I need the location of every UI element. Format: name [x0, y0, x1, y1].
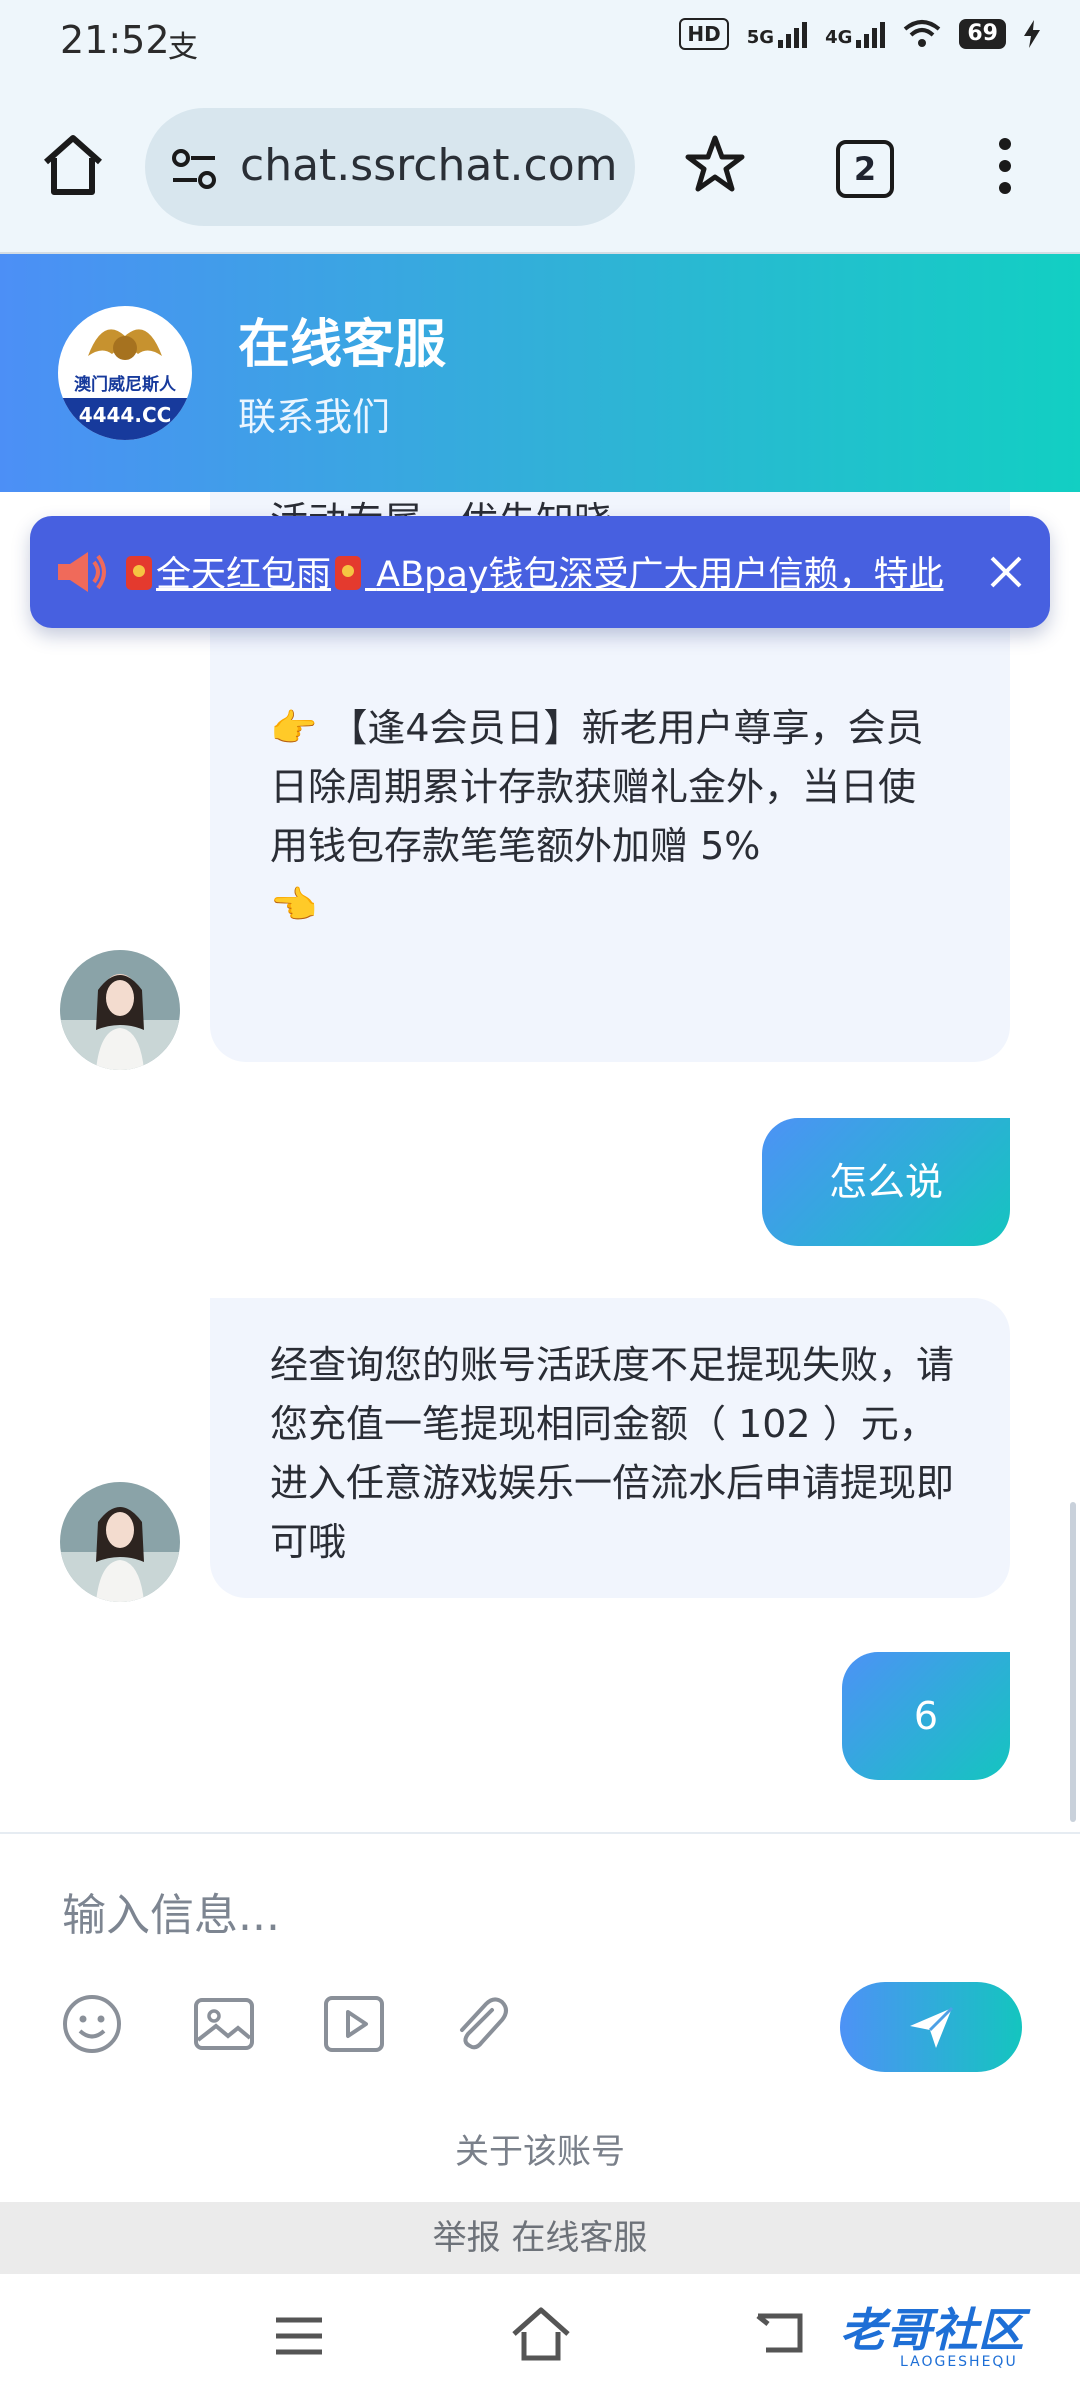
system-nav-bar: 老哥社区 LAOGESHEQU	[0, 2274, 1080, 2400]
image-icon[interactable]	[192, 1992, 256, 2056]
watermark-text: 老哥社区	[840, 2303, 1024, 2357]
hd-icon: HD	[679, 18, 729, 50]
logo-text: 澳门威尼斯人	[74, 375, 176, 395]
agent-message: 经查询您的账号活跃度不足提现失败，请您充值一笔提现相同金额（ 102 ）元，进入…	[210, 1298, 1010, 1598]
battery-icon: 69	[959, 19, 1006, 49]
notice-bar[interactable]: 全天红包雨 ABpay钱包深受广大用户信赖，特此	[30, 516, 1050, 628]
tabs-icon[interactable]: 2	[836, 140, 894, 198]
star-icon[interactable]	[680, 130, 750, 200]
status-extra-icon: 支	[168, 30, 198, 65]
send-button[interactable]	[840, 1982, 1022, 2072]
notice-text: ABpay钱包深受广大用户信赖，特此	[376, 555, 944, 595]
watermark-subtext: LAOGESHEQU	[900, 2354, 1018, 2370]
status-clock: 21:52	[60, 18, 170, 62]
send-icon	[910, 2006, 954, 2048]
avatar-photo	[60, 1482, 180, 1602]
browser-toolbar: chat.ssrchat.com 2	[0, 80, 1080, 254]
message-paragraph: 👉 【逢4会员日】新老用户尊享，会员日除周期累计存款获赠礼金外，当日使用钱包存款…	[270, 699, 950, 935]
agent-avatar	[60, 950, 180, 1070]
more-vert-icon[interactable]	[990, 134, 1020, 198]
page-subtitle: 联系我们	[238, 395, 391, 439]
attach-icon[interactable]	[448, 1992, 512, 2056]
charging-icon	[1024, 20, 1040, 48]
close-icon[interactable]	[980, 546, 1032, 598]
signal-4g-icon: 4G	[825, 20, 886, 48]
page-title: 在线客服	[238, 315, 447, 375]
about-account-link[interactable]: 关于该账号	[0, 2124, 1080, 2173]
chat-messages[interactable]: 活动专属，优先知晓 更多专属福利待遇，优先知晓活动福利 👉 【逢4会员日】新老用…	[0, 492, 1080, 1832]
pointing-right-emoji: 👉	[270, 706, 318, 750]
wifi-icon	[904, 20, 941, 47]
tune-icon[interactable]	[167, 142, 221, 196]
back-nav-icon[interactable]	[752, 2310, 806, 2358]
home-nav-icon[interactable]	[510, 2306, 572, 2362]
logo-domain: 4444.CC	[58, 398, 192, 440]
status-bar: 21:52 支 HD 5G 4G 69	[0, 0, 1080, 80]
video-icon[interactable]	[322, 1992, 386, 2056]
address-bar[interactable]: chat.ssrchat.com	[145, 108, 635, 226]
message-text: 【逢4会员日】新老用户尊享，会员日除周期累计存款获赠礼金外，当日使用钱包存款笔笔…	[270, 706, 924, 868]
notice-text: 全天红包雨	[156, 555, 332, 595]
status-icons: HD 5G 4G 69	[679, 18, 1040, 50]
chat-header: 澳门威尼斯人 4444.CC 在线客服 联系我们	[0, 254, 1080, 492]
composer: 关于该账号	[0, 1832, 1080, 2204]
avatar-photo	[60, 950, 180, 1070]
message-input[interactable]	[60, 1874, 1024, 1956]
report-bar[interactable]: 举报 在线客服	[0, 2202, 1080, 2274]
pointing-left-emoji: 👈	[270, 883, 318, 927]
url-text[interactable]: chat.ssrchat.com	[240, 140, 620, 191]
user-message: 6	[842, 1652, 1010, 1780]
emoji-icon[interactable]	[60, 1992, 124, 2056]
speaker-icon	[58, 552, 106, 592]
red-envelope-icon	[335, 556, 362, 590]
signal-5g-icon: 5G	[747, 20, 808, 48]
brand-logo: 澳门威尼斯人 4444.CC	[58, 306, 192, 440]
home-icon[interactable]	[38, 130, 108, 200]
red-envelope-icon	[126, 556, 152, 590]
scrollbar[interactable]	[1070, 1502, 1076, 1822]
menu-nav-icon[interactable]	[274, 2314, 324, 2358]
notice-marquee[interactable]: 全天红包雨 ABpay钱包深受广大用户信赖，特此	[122, 546, 982, 597]
agent-avatar	[60, 1482, 180, 1602]
user-message: 怎么说	[762, 1118, 1010, 1246]
